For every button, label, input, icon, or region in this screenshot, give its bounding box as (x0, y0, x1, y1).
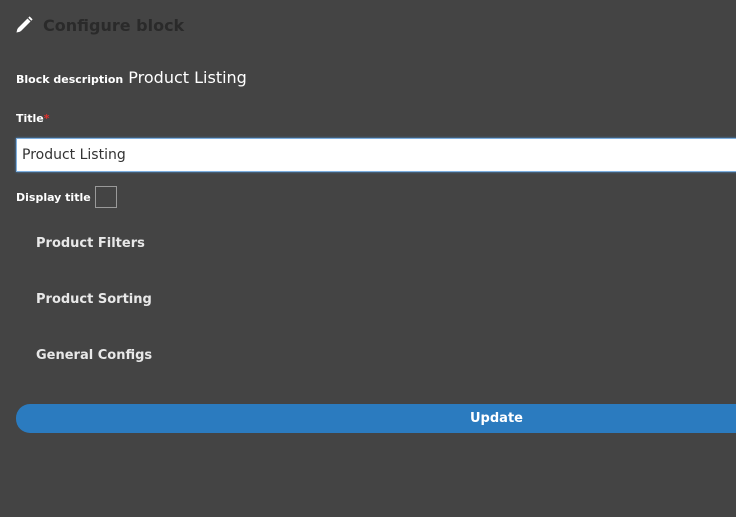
display-title-label: Display title (16, 190, 91, 204)
block-description-row: Block description Product Listing (16, 68, 247, 87)
panel-title: Configure block (43, 15, 185, 35)
pencil-icon (14, 15, 34, 35)
block-description-value: Product Listing (128, 68, 247, 87)
title-label-text: Title (16, 112, 44, 125)
block-description-label: Block description (16, 73, 124, 86)
section-general-configs[interactable]: General Configs (36, 348, 152, 363)
section-product-sorting[interactable]: Product Sorting (36, 292, 152, 307)
display-title-row: Display title (16, 186, 117, 208)
required-marker: * (43, 112, 50, 125)
title-label: Title* (16, 112, 50, 125)
configure-block-panel: Configure block Block description Produc… (0, 0, 736, 517)
display-title-checkbox[interactable] (94, 186, 117, 208)
section-product-filters[interactable]: Product Filters (36, 236, 145, 251)
panel-header: Configure block (14, 12, 184, 38)
title-input[interactable] (16, 138, 736, 172)
update-button[interactable]: Update (16, 404, 736, 433)
